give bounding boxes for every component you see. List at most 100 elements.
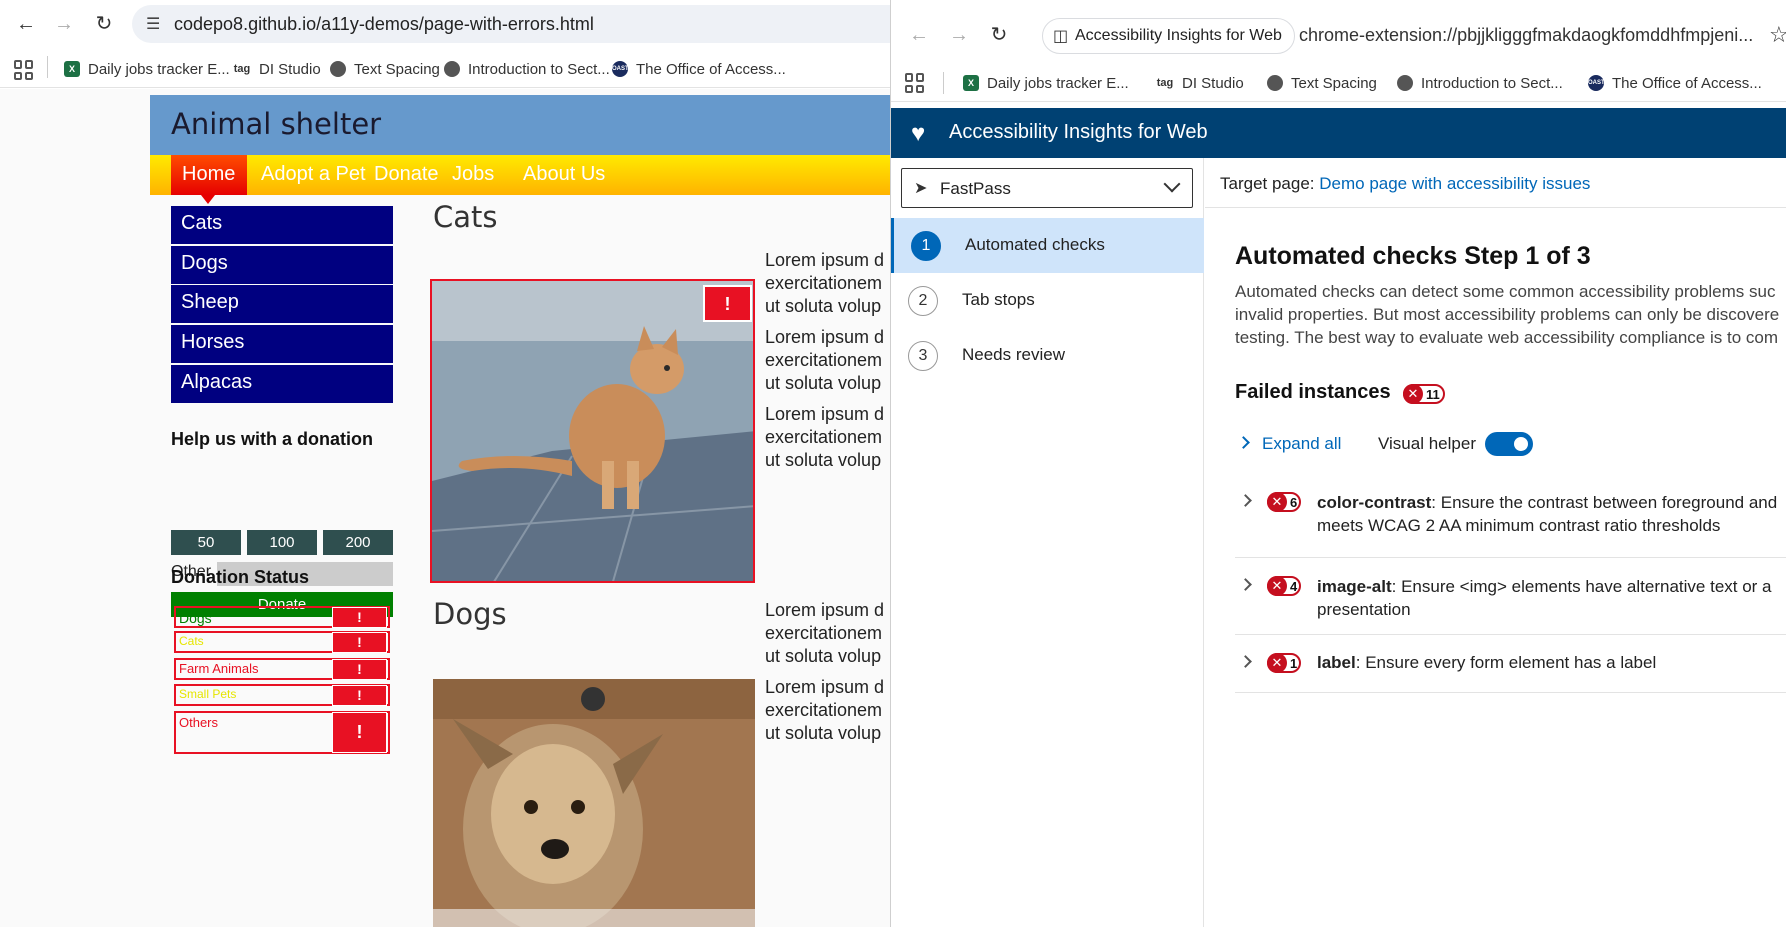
error-marker[interactable]: !: [332, 712, 387, 753]
expand-all-label: Expand all: [1262, 434, 1342, 453]
lorem-line: Lorem ipsum d: [765, 600, 885, 620]
error-icon: ✕: [1267, 653, 1287, 673]
error-marker[interactable]: !: [703, 285, 752, 322]
status-label: Dogs: [179, 610, 212, 626]
rule-id: label: [1317, 653, 1356, 672]
rule-count: 4: [1290, 579, 1298, 594]
apps-icon[interactable]: [14, 60, 34, 80]
apps-icon[interactable]: [905, 73, 925, 93]
nav-link-adopt[interactable]: Adopt a Pet: [261, 163, 366, 186]
nav-link-about[interactable]: About Us: [523, 163, 605, 186]
sidebar-link-cats[interactable]: Cats: [171, 206, 393, 244]
bookmark-0[interactable]: X Daily jobs tracker E...: [64, 59, 230, 79]
address-url[interactable]: chrome-extension://pbjjkligggfmakdaogkfo…: [1299, 25, 1753, 46]
error-icon: ✕: [1403, 384, 1423, 404]
extension-chip[interactable]: ◫ Accessibility Insights for Web: [1042, 18, 1295, 54]
insights-content: Automated checks Step 1 of 3 Automated c…: [1235, 208, 1786, 927]
error-icon: ✕: [1267, 492, 1287, 512]
rule-count: 6: [1290, 495, 1298, 510]
error-icon: ✕: [1267, 576, 1287, 596]
bookmark-1[interactable]: tag DI Studio: [1156, 73, 1244, 93]
donation-heading: Help us with a donation: [171, 429, 373, 449]
bookmark-2[interactable]: Text Spacing: [1267, 73, 1377, 93]
bookmark-label: Daily jobs tracker E...: [88, 60, 230, 78]
bookmark-separator: [47, 56, 48, 78]
address-bar[interactable]: ☰ codepo8.github.io/a11y-demos/page-with…: [132, 5, 890, 43]
dogs-paragraph-1: Lorem ipsum d exercitationem ut soluta v…: [765, 599, 890, 668]
toggle-knob: [1514, 437, 1528, 451]
bookmark-2[interactable]: Text Spacing: [330, 59, 440, 79]
site-title: Animal shelter: [171, 107, 382, 141]
step-needs-review[interactable]: 3 Needs review: [891, 328, 1204, 383]
expand-all-button[interactable]: Expand all: [1235, 434, 1341, 454]
lorem-line: Lorem ipsum d: [765, 404, 885, 424]
rule-count-badge: ✕ 6: [1267, 492, 1301, 512]
forward-button[interactable]: →: [50, 10, 78, 38]
amount-100-button[interactable]: 100: [247, 530, 317, 555]
sidebar-link-alpacas[interactable]: Alpacas: [171, 365, 393, 403]
rule-row-image-alt[interactable]: ✕ 4 image-alt: Ensure <img> elements hav…: [1235, 558, 1786, 635]
nav-link-jobs[interactable]: Jobs: [452, 163, 494, 186]
status-label: Farm Animals: [179, 661, 259, 676]
bookmark-0[interactable]: X Daily jobs tracker E...: [963, 73, 1129, 93]
error-marker[interactable]: !: [332, 659, 387, 680]
visual-helper-toggle[interactable]: [1485, 432, 1533, 456]
bookmark-4[interactable]: OAST The Office of Access...: [612, 59, 786, 79]
forward-button[interactable]: →: [945, 21, 973, 49]
amount-200-button[interactable]: 200: [323, 530, 393, 555]
bookmark-label: Text Spacing: [354, 60, 440, 78]
bookmark-label: The Office of Access...: [636, 60, 786, 78]
cat-photo-image: [432, 281, 753, 581]
site-info-icon[interactable]: ☰: [146, 14, 166, 34]
donation-status-heading: Donation Status: [171, 567, 309, 587]
error-marker[interactable]: !: [332, 632, 387, 653]
nav-home-caret: [201, 195, 215, 204]
globe-icon: [444, 61, 460, 77]
reload-button[interactable]: ↻: [985, 21, 1013, 49]
rule-id: image-alt: [1317, 577, 1392, 596]
error-marker[interactable]: !: [332, 607, 387, 628]
star-icon[interactable]: ☆: [1769, 22, 1786, 48]
rule-description: image-alt: Ensure <img> elements have al…: [1317, 575, 1772, 621]
target-page-label: Target page:: [1220, 174, 1315, 193]
target-page: Target page: Demo page with accessibilit…: [1220, 174, 1590, 194]
lorem-line: exercitationem: [765, 273, 883, 293]
site-header: Animal shelter: [150, 95, 890, 155]
chevron-right-icon[interactable]: [1239, 494, 1252, 507]
nav-link-home[interactable]: Home: [182, 163, 235, 186]
bookmark-3[interactable]: Introduction to Sect...: [444, 59, 610, 79]
sidebar-link-horses[interactable]: Horses: [171, 325, 393, 363]
chevron-right-icon[interactable]: [1239, 655, 1252, 668]
bookmark-4[interactable]: OAST The Office of Access...: [1588, 73, 1762, 93]
browser-toolbar: ← → ↻ ◫ Accessibility Insights for Web c…: [891, 0, 1786, 64]
mode-dropdown[interactable]: ➤ FastPass: [901, 168, 1193, 208]
rule-row-color-contrast[interactable]: ✕ 6 color-contrast: Ensure the contrast …: [1235, 478, 1786, 558]
step-automated-checks[interactable]: 1 Automated checks: [891, 218, 1204, 273]
step-number: 2: [908, 286, 938, 316]
back-button[interactable]: ←: [12, 10, 40, 38]
rule-row-label[interactable]: ✕ 1 label: Ensure every form element has…: [1235, 635, 1786, 693]
error-marker[interactable]: !: [332, 685, 387, 706]
bookmark-1[interactable]: tag DI Studio: [233, 59, 321, 79]
section-title-dogs: Dogs: [433, 597, 507, 631]
mode-dropdown-value: FastPass: [940, 179, 1011, 198]
cats-paragraph-3: Lorem ipsum d exercitationem ut soluta v…: [765, 403, 890, 472]
target-page-link[interactable]: Demo page with accessibility issues: [1319, 174, 1590, 193]
chevron-right-icon[interactable]: [1239, 578, 1252, 591]
sidebar-link-dogs[interactable]: Dogs: [171, 246, 393, 284]
amount-50-button[interactable]: 50: [171, 530, 241, 555]
nav-link-donate[interactable]: Donate: [374, 163, 439, 186]
step-tab-stops[interactable]: 2 Tab stops: [891, 273, 1204, 328]
target-page-bar: Target page: Demo page with accessibilit…: [1205, 158, 1786, 208]
bookmark-label: DI Studio: [1182, 74, 1244, 92]
cats-paragraph-2: Lorem ipsum d exercitationem ut soluta v…: [765, 326, 890, 395]
web-page: Animal shelter Home Adopt a Pet Donate J…: [0, 89, 890, 927]
bookmark-3[interactable]: Introduction to Sect...: [1397, 73, 1563, 93]
lorem-line: exercitationem: [765, 350, 883, 370]
site-nav: Home Adopt a Pet Donate Jobs About Us: [150, 155, 890, 204]
back-button[interactable]: ←: [905, 21, 933, 49]
reload-button[interactable]: ↻: [90, 10, 118, 38]
insights-title: Accessibility Insights for Web: [949, 121, 1208, 143]
sidebar-link-sheep[interactable]: Sheep: [171, 285, 393, 323]
extension-chip-label: Accessibility Insights for Web: [1075, 27, 1282, 44]
